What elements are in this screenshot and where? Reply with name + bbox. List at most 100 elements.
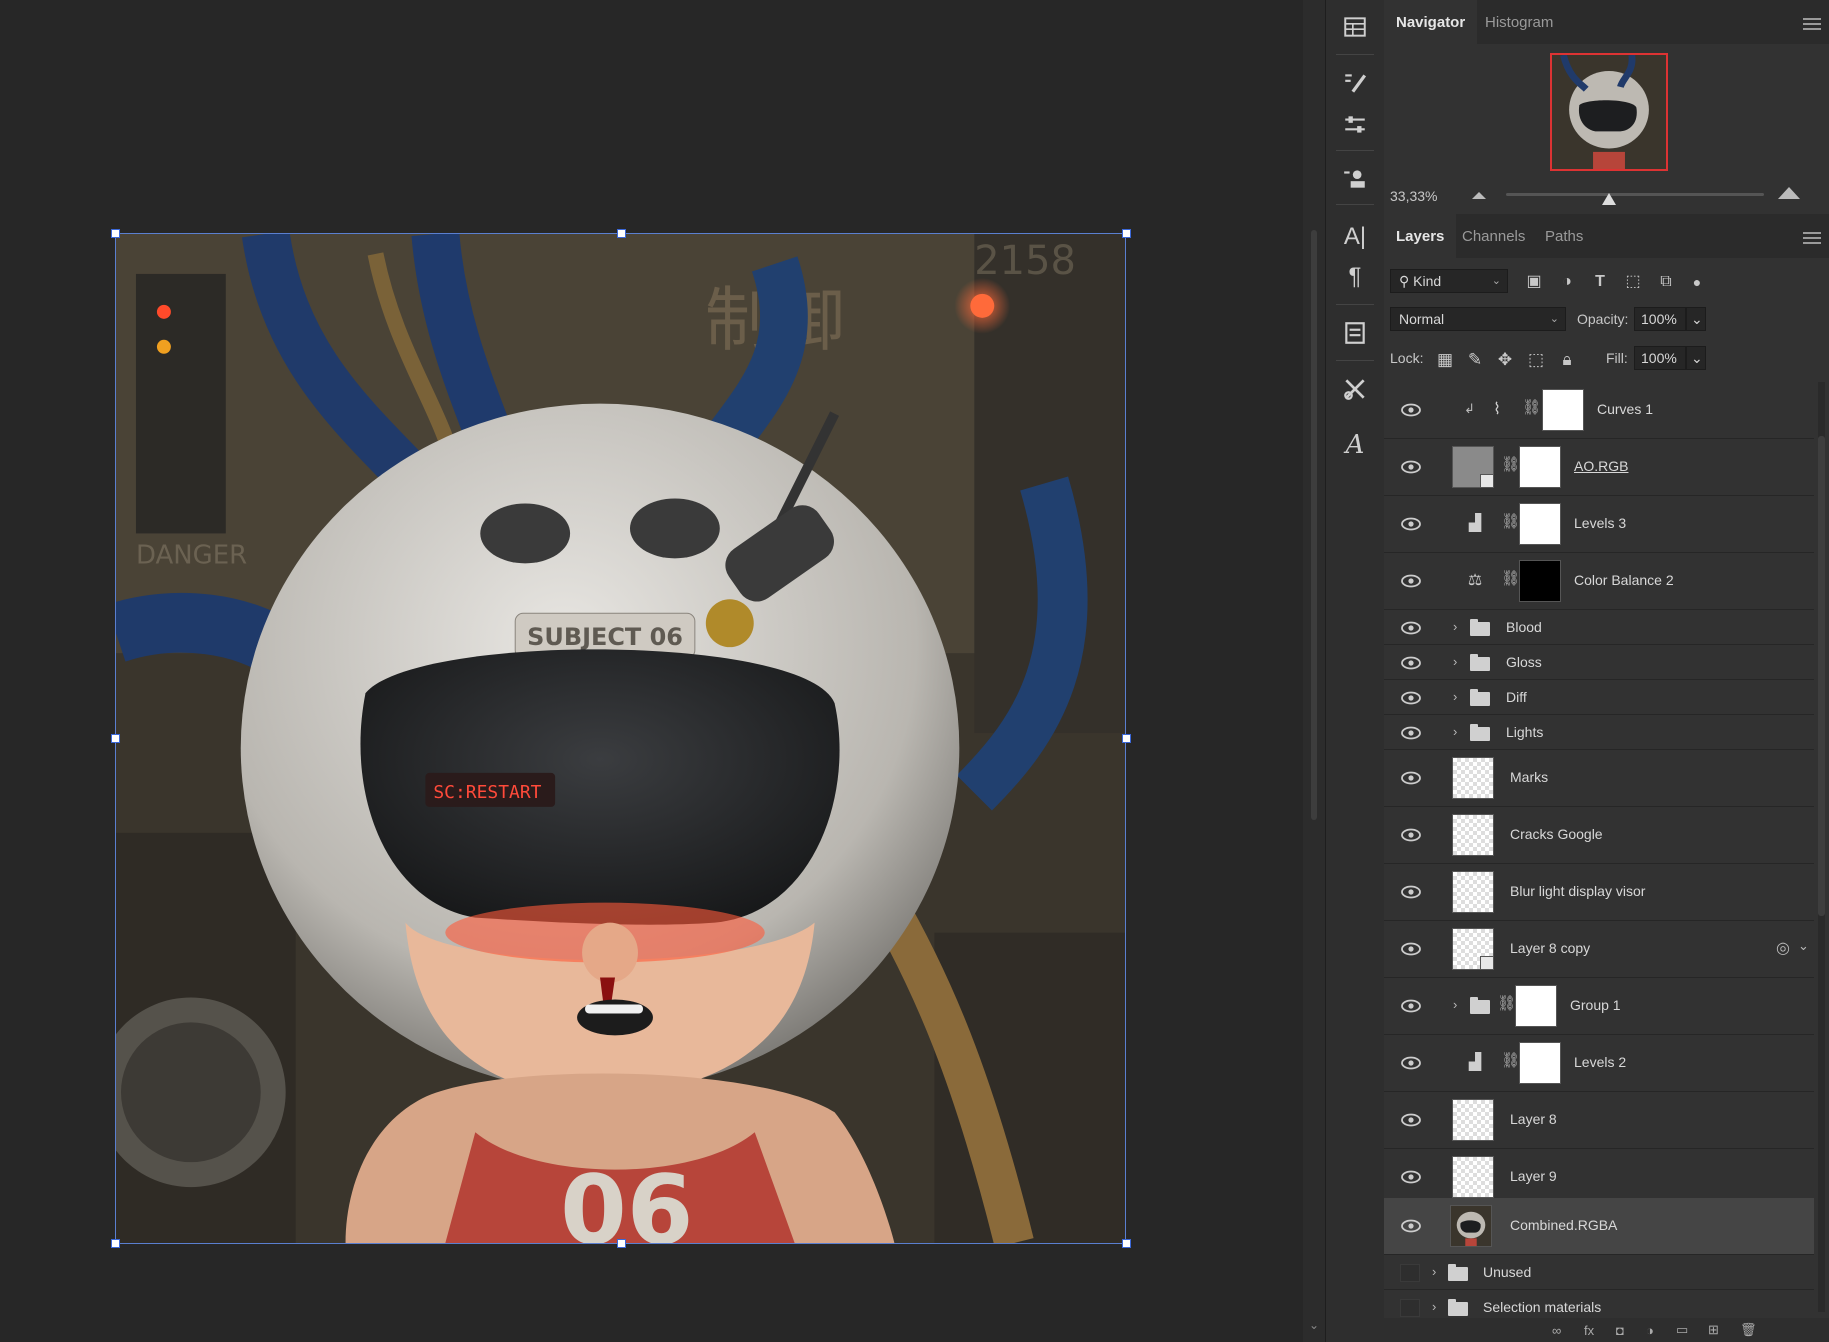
transform-handle-ml[interactable] bbox=[111, 734, 120, 743]
eye-icon[interactable] bbox=[1401, 1113, 1421, 1127]
lock-transparent-icon[interactable]: ▦ bbox=[1434, 349, 1456, 371]
layer-thumbnail[interactable] bbox=[1450, 1205, 1492, 1247]
layer-row[interactable]: › Lights bbox=[1384, 715, 1814, 750]
chevron-down-icon[interactable]: ⌄ bbox=[1798, 938, 1809, 954]
layer-row[interactable]: ▟ ⛓ Levels 3 bbox=[1384, 496, 1814, 553]
eye-icon[interactable] bbox=[1401, 771, 1421, 785]
layer-thumbnail[interactable] bbox=[1452, 757, 1494, 799]
link-icon[interactable]: ⛓ bbox=[1522, 398, 1541, 416]
lock-position-icon[interactable]: ✥ bbox=[1494, 349, 1516, 371]
layer-row[interactable]: ⛓ AO.RGB bbox=[1384, 439, 1814, 496]
canvas-scrollbar[interactable]: ⌄ bbox=[1303, 0, 1325, 1342]
grid-icon[interactable] bbox=[1340, 12, 1370, 42]
chevron-right-icon[interactable]: › bbox=[1453, 619, 1457, 634]
tab-paths[interactable]: Paths bbox=[1545, 214, 1583, 258]
eye-icon[interactable] bbox=[1401, 403, 1421, 417]
layer-thumbnail[interactable] bbox=[1452, 1156, 1494, 1198]
layers-scrollbar[interactable] bbox=[1818, 382, 1825, 1312]
layer-thumbnail[interactable] bbox=[1452, 871, 1494, 913]
link-layers-icon[interactable]: ∞ bbox=[1552, 1323, 1561, 1338]
eye-icon[interactable] bbox=[1401, 885, 1421, 899]
layer-mask-thumbnail[interactable] bbox=[1519, 446, 1561, 488]
eye-icon[interactable] bbox=[1401, 517, 1421, 531]
layer-mask-thumbnail[interactable] bbox=[1515, 985, 1557, 1027]
link-icon[interactable]: ⛓ bbox=[1501, 512, 1520, 530]
link-icon[interactable]: ⛓ bbox=[1501, 1051, 1520, 1069]
transform-handle-bl[interactable] bbox=[111, 1239, 120, 1248]
smart-filter-icon[interactable]: ◎ bbox=[1776, 938, 1790, 958]
eye-icon[interactable] bbox=[1401, 726, 1421, 740]
zoom-level[interactable]: 33,33% bbox=[1390, 188, 1437, 204]
zoom-slider-knob[interactable] bbox=[1602, 193, 1617, 205]
blend-mode-select[interactable]: Normal ⌄ bbox=[1390, 307, 1566, 331]
tab-channels[interactable]: Channels bbox=[1462, 214, 1525, 258]
layers-scroll-thumb[interactable] bbox=[1818, 436, 1825, 916]
scroll-down-icon[interactable]: ⌄ bbox=[1309, 1318, 1319, 1332]
lock-artboard-icon[interactable]: ⬚ bbox=[1525, 349, 1547, 371]
chevron-right-icon[interactable]: › bbox=[1453, 724, 1457, 739]
filter-toggle-icon[interactable]: ● bbox=[1687, 272, 1707, 292]
new-layer-icon[interactable]: ⊞ bbox=[1708, 1322, 1719, 1338]
eye-icon[interactable] bbox=[1401, 691, 1421, 705]
filter-shape-icon[interactable]: ⬚ bbox=[1623, 272, 1643, 292]
eye-icon[interactable] bbox=[1401, 574, 1421, 588]
fx-icon[interactable]: fx bbox=[1584, 1323, 1594, 1338]
canvas-scroll-thumb[interactable] bbox=[1311, 230, 1317, 820]
layer-row[interactable]: Cracks Google bbox=[1384, 807, 1814, 864]
layer-row[interactable]: Blur light display visor bbox=[1384, 864, 1814, 921]
eye-icon[interactable] bbox=[1401, 999, 1421, 1013]
navigator-menu-icon[interactable] bbox=[1803, 18, 1821, 32]
transform-handle-br[interactable] bbox=[1122, 1239, 1131, 1248]
chevron-right-icon[interactable]: › bbox=[1453, 654, 1457, 669]
lock-all-icon[interactable]: 🔒︎ bbox=[1556, 349, 1578, 371]
glyphs-icon[interactable]: A bbox=[1340, 430, 1370, 460]
adjust-sliders-icon[interactable] bbox=[1340, 110, 1370, 140]
layer-row[interactable]: ▟ ⛓ Levels 2 bbox=[1384, 1035, 1814, 1092]
transform-handle-tr[interactable] bbox=[1122, 229, 1131, 238]
transform-handle-bc[interactable] bbox=[617, 1239, 626, 1248]
chevron-right-icon[interactable]: › bbox=[1453, 689, 1457, 704]
layer-row[interactable]: Marks bbox=[1384, 750, 1814, 807]
eye-icon[interactable] bbox=[1401, 460, 1421, 474]
add-mask-icon[interactable]: ◘ bbox=[1616, 1323, 1624, 1338]
layer-thumbnail[interactable] bbox=[1452, 814, 1494, 856]
properties-icon[interactable] bbox=[1340, 318, 1370, 348]
layer-row[interactable]: Layer 8 copy ◎ ⌄ bbox=[1384, 921, 1814, 978]
layer-row[interactable]: › Unused bbox=[1384, 1255, 1814, 1290]
transform-handle-tl[interactable] bbox=[111, 229, 120, 238]
delete-layer-icon[interactable]: 🗑︎ bbox=[1740, 1322, 1757, 1338]
eye-icon[interactable] bbox=[1401, 621, 1421, 635]
opacity-field[interactable]: 100% bbox=[1634, 307, 1686, 331]
layer-row[interactable]: › Blood bbox=[1384, 610, 1814, 645]
filter-type-icon[interactable]: T bbox=[1590, 272, 1610, 292]
lock-image-icon[interactable]: ✎ bbox=[1464, 349, 1486, 371]
zoom-out-icon[interactable] bbox=[1472, 192, 1486, 199]
paragraph-icon[interactable]: ¶ bbox=[1340, 262, 1370, 292]
transform-handle-mr[interactable] bbox=[1122, 734, 1131, 743]
filter-smart-object-icon[interactable]: ⧉ bbox=[1656, 272, 1676, 292]
layer-row[interactable]: Layer 8 bbox=[1384, 1092, 1814, 1149]
clone-source-icon[interactable] bbox=[1340, 164, 1370, 194]
fill-field[interactable]: 100% bbox=[1634, 346, 1686, 370]
zoom-in-icon[interactable] bbox=[1778, 187, 1800, 199]
layer-row[interactable]: › ⛓ Group 1 bbox=[1384, 978, 1814, 1035]
tab-histogram[interactable]: Histogram bbox=[1485, 0, 1553, 44]
new-group-icon[interactable]: ▭ bbox=[1676, 1322, 1688, 1338]
layer-mask-thumbnail[interactable] bbox=[1519, 560, 1561, 602]
navigator-preview[interactable] bbox=[1550, 53, 1668, 171]
layer-row[interactable]: ⚖ ⛓ Color Balance 2 bbox=[1384, 553, 1814, 610]
eye-icon[interactable] bbox=[1401, 1056, 1421, 1070]
eye-icon[interactable] bbox=[1401, 942, 1421, 956]
eye-icon[interactable] bbox=[1401, 1219, 1421, 1233]
layer-row-selected[interactable]: Combined.RGBA bbox=[1384, 1198, 1814, 1255]
layer-row[interactable]: › Gloss bbox=[1384, 645, 1814, 680]
layer-mask-thumbnail[interactable] bbox=[1542, 389, 1584, 431]
eye-icon[interactable] bbox=[1401, 1170, 1421, 1184]
chevron-right-icon[interactable]: › bbox=[1432, 1264, 1436, 1279]
filter-adjustment-icon[interactable]: ◑ bbox=[1557, 272, 1577, 292]
layer-row[interactable]: › Diff bbox=[1384, 680, 1814, 715]
zoom-slider[interactable] bbox=[1506, 193, 1764, 196]
chevron-right-icon[interactable]: › bbox=[1432, 1299, 1436, 1314]
filter-kind-select[interactable]: ⚲ Kind ⌄ bbox=[1390, 269, 1508, 293]
link-icon[interactable]: ⛓ bbox=[1501, 569, 1520, 587]
